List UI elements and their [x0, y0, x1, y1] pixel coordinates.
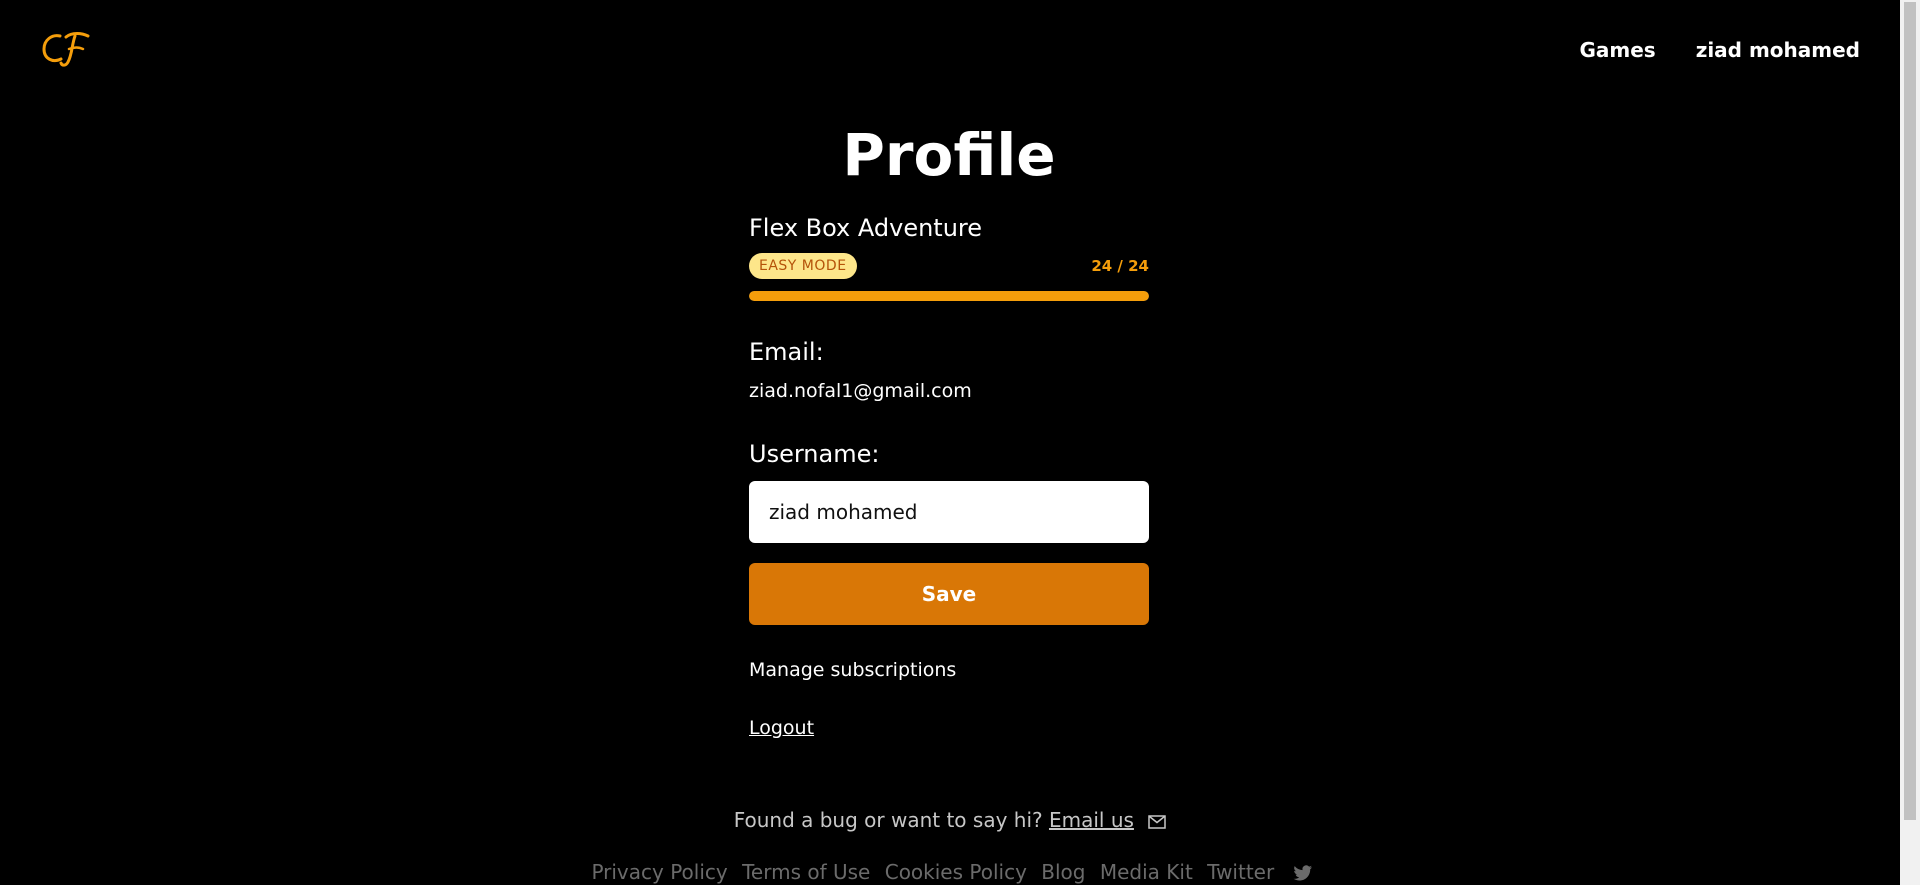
- email-us-link[interactable]: Email us: [1049, 808, 1134, 832]
- footer-message: Found a bug or want to say hi? Email us: [0, 808, 1900, 834]
- username-label: Username:: [749, 440, 880, 468]
- logo-icon[interactable]: [38, 28, 96, 70]
- logo-svg: [42, 32, 90, 67]
- manage-subscriptions-link[interactable]: Manage subscriptions: [749, 659, 1149, 681]
- page: Games ziad mohamed Profile Flex Box Adve…: [0, 0, 1900, 885]
- footer-links: Privacy Policy Terms of Use Cookies Poli…: [0, 860, 1900, 885]
- score-count: 24 / 24: [1091, 257, 1149, 275]
- cookies-policy-link[interactable]: Cookies Policy: [885, 860, 1027, 884]
- terms-of-use-link[interactable]: Terms of Use: [742, 860, 870, 884]
- top-nav: Games ziad mohamed: [1579, 38, 1860, 62]
- media-kit-link[interactable]: Media Kit: [1100, 860, 1193, 884]
- logout-link[interactable]: Logout: [749, 717, 814, 739]
- footer-message-text: Found a bug or want to say hi?: [733, 808, 1043, 832]
- save-button[interactable]: Save: [749, 563, 1149, 625]
- profile-section: Profile Flex Box Adventure EASY MODE 24 …: [749, 115, 1149, 739]
- twitter-link[interactable]: Twitter: [1207, 860, 1274, 884]
- nav-games-link[interactable]: Games: [1579, 38, 1655, 62]
- mail-icon: [1148, 810, 1167, 834]
- progress-row: EASY MODE 24 / 24: [749, 251, 1149, 281]
- twitter-icon[interactable]: [1293, 862, 1313, 885]
- scrollbar-thumb[interactable]: [1904, 2, 1916, 820]
- username-input[interactable]: [749, 481, 1149, 543]
- game-title: Flex Box Adventure: [749, 214, 983, 242]
- page-title: Profile: [842, 121, 1056, 189]
- privacy-policy-link[interactable]: Privacy Policy: [591, 860, 727, 884]
- progress-bar: [749, 291, 1149, 301]
- email-value: ziad.nofal1@gmail.com: [749, 380, 972, 402]
- blog-link[interactable]: Blog: [1041, 860, 1085, 884]
- progress-fill: [749, 291, 1149, 301]
- email-label: Email:: [749, 338, 824, 366]
- page-scrollbar[interactable]: [1900, 0, 1920, 885]
- mode-badge: EASY MODE: [749, 253, 857, 279]
- nav-user-link[interactable]: ziad mohamed: [1696, 38, 1860, 62]
